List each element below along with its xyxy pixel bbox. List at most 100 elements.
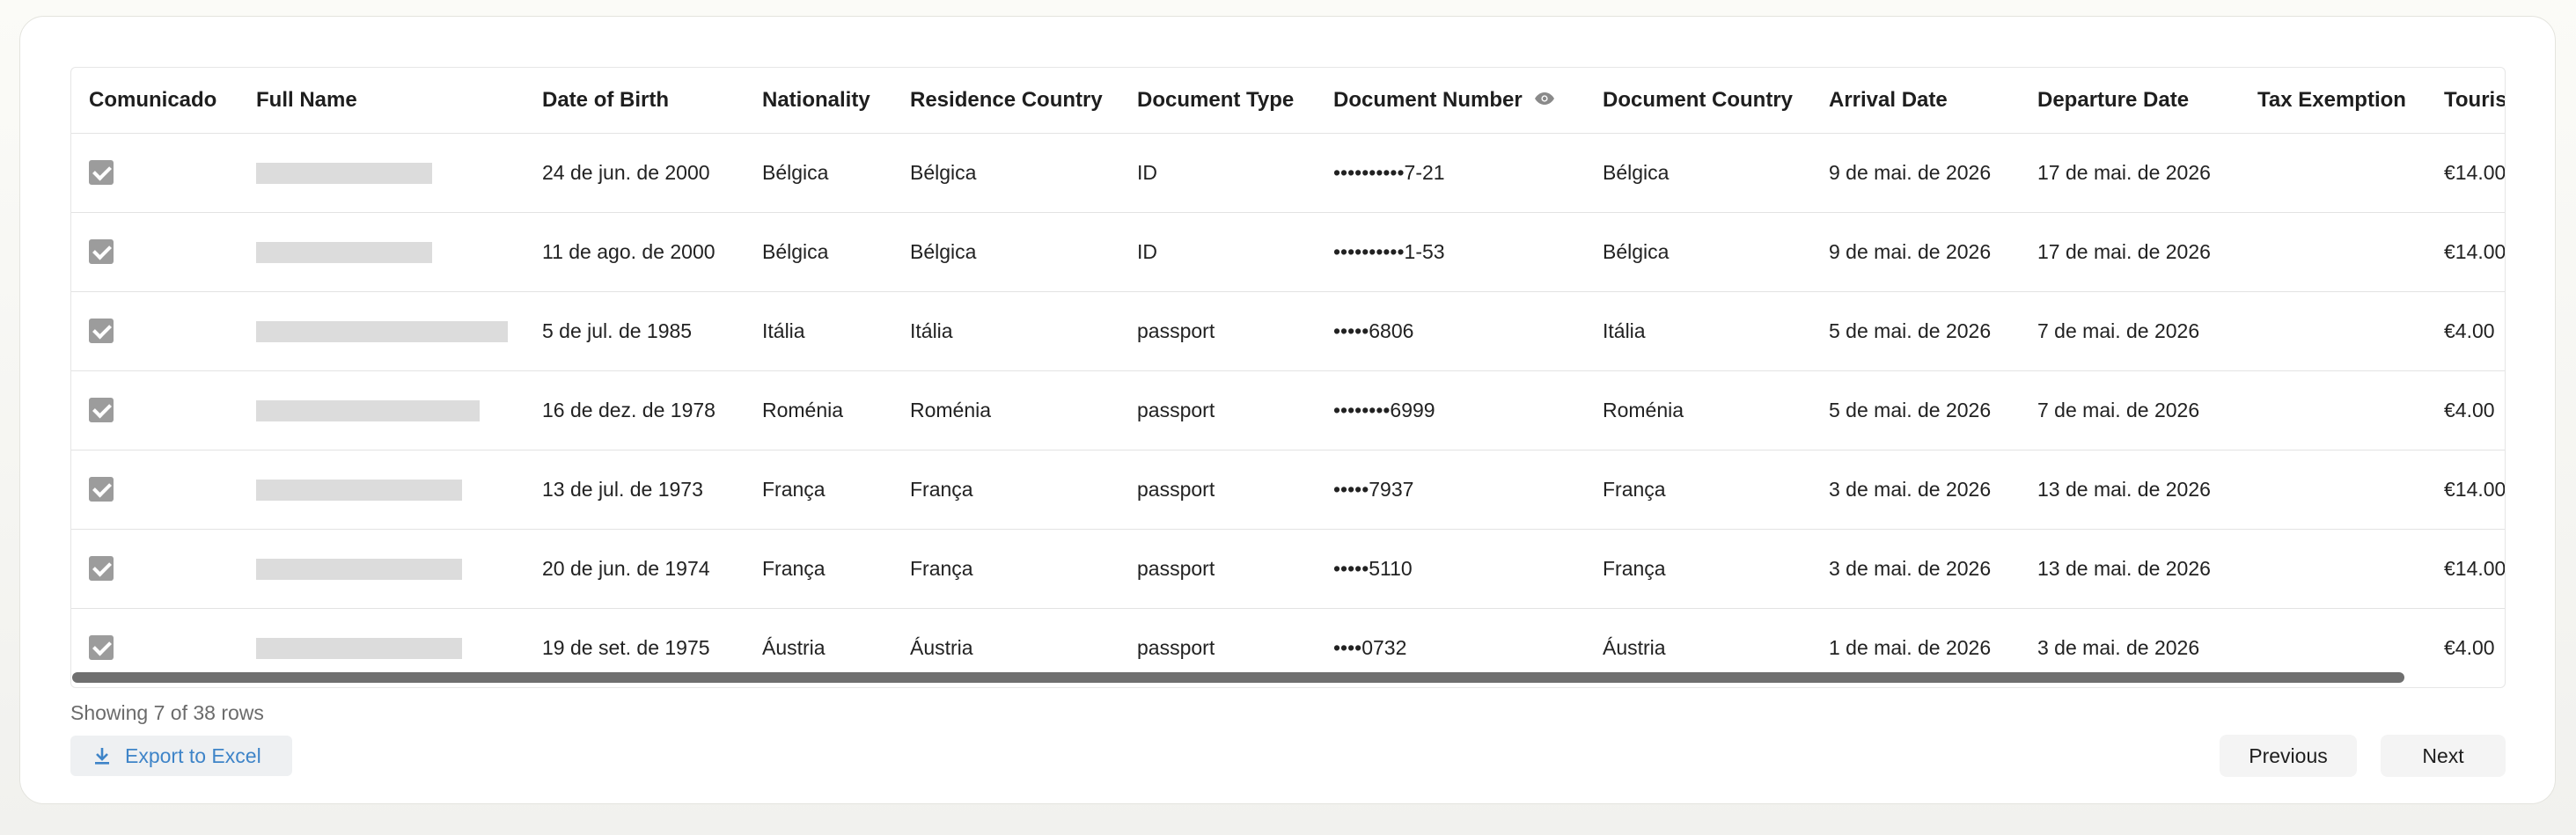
comunicado-cell bbox=[71, 212, 239, 292]
document-country-cell: Itália bbox=[1585, 291, 1811, 371]
comunicado-cell bbox=[71, 291, 239, 371]
comunicado-checkbox[interactable] bbox=[89, 477, 114, 502]
header-full-name[interactable]: Full Name bbox=[239, 68, 525, 134]
next-page-button[interactable]: Next bbox=[2381, 735, 2506, 777]
redacted-name bbox=[256, 321, 508, 343]
redacted-name bbox=[256, 638, 462, 660]
departure-date-cell: 7 de mai. de 2026 bbox=[2020, 370, 2240, 450]
comunicado-checkbox[interactable] bbox=[89, 160, 114, 186]
document-country-cell: Bélgica bbox=[1585, 133, 1811, 213]
document-type-cell: ID bbox=[1119, 212, 1316, 292]
tax-exemption-cell bbox=[2240, 370, 2426, 450]
comunicado-cell bbox=[71, 133, 239, 213]
nationality-cell: França bbox=[745, 450, 892, 530]
comunicado-checkbox[interactable] bbox=[89, 398, 114, 423]
document-country-cell: França bbox=[1585, 450, 1811, 530]
tax-exemption-cell bbox=[2240, 291, 2426, 371]
arrival-date-cell: 3 de mai. de 2026 bbox=[1811, 450, 2020, 530]
departure-date-cell: 13 de mai. de 2026 bbox=[2020, 529, 2240, 609]
comunicado-checkbox[interactable] bbox=[89, 635, 114, 661]
arrival-date-cell: 5 de mai. de 2026 bbox=[1811, 370, 2020, 450]
nationality-cell: Bélgica bbox=[745, 133, 892, 213]
nationality-cell: Itália bbox=[745, 291, 892, 371]
header-nationality[interactable]: Nationality bbox=[745, 68, 892, 134]
header-date-of-birth[interactable]: Date of Birth bbox=[525, 68, 745, 134]
document-number-cell: ••••••••••1-53 bbox=[1316, 212, 1585, 292]
tourist-tax-cell: €4.00 bbox=[2426, 370, 2505, 450]
tourist-tax-cell: €4.00 bbox=[2426, 291, 2505, 371]
header-document-number[interactable]: Document Number bbox=[1316, 68, 1585, 134]
departure-date-cell: 17 de mai. de 2026 bbox=[2020, 212, 2240, 292]
date-of-birth-cell: 11 de ago. de 2000 bbox=[525, 212, 745, 292]
header-residence-country[interactable]: Residence Country bbox=[892, 68, 1119, 134]
document-type-cell: ID bbox=[1119, 133, 1316, 213]
full-name-cell bbox=[239, 529, 525, 609]
tourist-tax-cell: €14.00 bbox=[2426, 133, 2505, 213]
table-row[interactable]: 11 de ago. de 2000 Bélgica Bélgica ID ••… bbox=[71, 212, 2505, 292]
departure-date-cell: 17 de mai. de 2026 bbox=[2020, 133, 2240, 213]
export-to-excel-button[interactable]: Export to Excel bbox=[70, 736, 292, 776]
residence-country-cell: Bélgica bbox=[892, 212, 1119, 292]
header-tax-exemption[interactable]: Tax Exemption bbox=[2240, 68, 2426, 134]
header-comunicado[interactable]: Comunicado bbox=[71, 68, 239, 134]
header-document-type[interactable]: Document Type bbox=[1119, 68, 1316, 134]
tourist-tax-cell: €14.00 bbox=[2426, 212, 2505, 292]
redacted-name bbox=[256, 163, 432, 185]
full-name-cell bbox=[239, 450, 525, 530]
horizontal-scrollbar-thumb[interactable] bbox=[72, 672, 2404, 683]
table-row[interactable]: 20 de jun. de 1974 França França passpor… bbox=[71, 529, 2505, 609]
header-document-country[interactable]: Document Country bbox=[1585, 68, 1811, 134]
full-name-cell bbox=[239, 212, 525, 292]
eye-icon[interactable] bbox=[1534, 92, 1554, 106]
table-header-row: Comunicado Full Name Date of Birth Natio… bbox=[71, 68, 2505, 134]
document-type-cell: passport bbox=[1119, 529, 1316, 609]
download-icon bbox=[95, 748, 109, 765]
document-type-cell: passport bbox=[1119, 370, 1316, 450]
header-document-number-label: Document Number bbox=[1333, 87, 1523, 112]
table-row[interactable]: 24 de jun. de 2000 Bélgica Bélgica ID ••… bbox=[71, 133, 2505, 213]
header-arrival-date[interactable]: Arrival Date bbox=[1811, 68, 2020, 134]
comunicado-checkbox[interactable] bbox=[89, 239, 114, 265]
date-of-birth-cell: 20 de jun. de 1974 bbox=[525, 529, 745, 609]
nationality-cell: Roménia bbox=[745, 370, 892, 450]
tourist-tax-cell: €14.00 bbox=[2426, 450, 2505, 530]
arrival-date-cell: 9 de mai. de 2026 bbox=[1811, 133, 2020, 213]
document-country-cell: França bbox=[1585, 529, 1811, 609]
date-of-birth-cell: 5 de jul. de 1985 bbox=[525, 291, 745, 371]
header-departure-date[interactable]: Departure Date bbox=[2020, 68, 2240, 134]
document-country-cell: Roménia bbox=[1585, 370, 1811, 450]
previous-page-button[interactable]: Previous bbox=[2220, 735, 2357, 777]
nationality-cell: França bbox=[745, 529, 892, 609]
tax-exemption-cell bbox=[2240, 529, 2426, 609]
table-row[interactable]: 16 de dez. de 1978 Roménia Roménia passp… bbox=[71, 370, 2505, 450]
full-name-cell bbox=[239, 133, 525, 213]
tax-exemption-cell bbox=[2240, 212, 2426, 292]
redacted-name bbox=[256, 480, 462, 502]
arrival-date-cell: 3 de mai. de 2026 bbox=[1811, 529, 2020, 609]
redacted-name bbox=[256, 559, 462, 581]
comunicado-checkbox[interactable] bbox=[89, 319, 114, 344]
export-button-label: Export to Excel bbox=[125, 743, 261, 767]
tax-exemption-cell bbox=[2240, 133, 2426, 213]
table-row[interactable]: 13 de jul. de 1973 França França passpor… bbox=[71, 450, 2505, 530]
residence-country-cell: França bbox=[892, 450, 1119, 530]
document-number-cell: ••••••••6999 bbox=[1316, 370, 1585, 450]
redacted-name bbox=[256, 400, 480, 422]
full-name-cell bbox=[239, 370, 525, 450]
document-number-cell: •••••5110 bbox=[1316, 529, 1585, 609]
document-country-cell: Bélgica bbox=[1585, 212, 1811, 292]
document-number-cell: •••••7937 bbox=[1316, 450, 1585, 530]
guests-table: Comunicado Full Name Date of Birth Natio… bbox=[71, 68, 2505, 687]
date-of-birth-cell: 16 de dez. de 1978 bbox=[525, 370, 745, 450]
table-row[interactable]: 5 de jul. de 1985 Itália Itália passport… bbox=[71, 291, 2505, 371]
header-tourist-tax[interactable]: Tourist Tax bbox=[2426, 68, 2505, 134]
document-number-cell: •••••6806 bbox=[1316, 291, 1585, 371]
arrival-date-cell: 9 de mai. de 2026 bbox=[1811, 212, 2020, 292]
document-number-cell: ••••••••••7-21 bbox=[1316, 133, 1585, 213]
residence-country-cell: Itália bbox=[892, 291, 1119, 371]
date-of-birth-cell: 24 de jun. de 2000 bbox=[525, 133, 745, 213]
date-of-birth-cell: 13 de jul. de 1973 bbox=[525, 450, 745, 530]
comunicado-checkbox[interactable] bbox=[89, 556, 114, 582]
horizontal-scrollbar[interactable] bbox=[70, 670, 2506, 685]
comunicado-cell bbox=[71, 370, 239, 450]
